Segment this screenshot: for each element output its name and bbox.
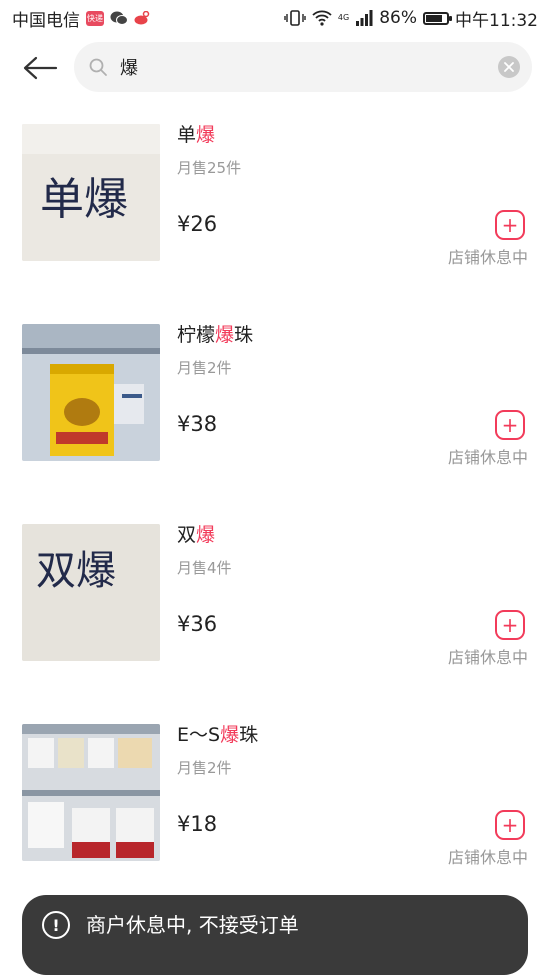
add-to-cart-button[interactable]: + (495, 610, 525, 640)
signal-icon (356, 10, 373, 26)
add-to-cart-button[interactable]: + (495, 210, 525, 240)
cigarette-pack-image (22, 324, 160, 461)
clear-search-button[interactable] (498, 56, 520, 78)
vibrate-icon (284, 10, 306, 26)
plus-icon: + (501, 413, 519, 437)
list-item[interactable]: E～S爆珠 月售2件 ¥18 + 店铺休息中 (0, 724, 550, 924)
notice-text: 商户休息中, 不接受订单 (86, 913, 299, 937)
battery-percent: 86% (379, 8, 417, 28)
wechat-icon (110, 11, 128, 25)
monthly-sales: 月售4件 (177, 559, 232, 577)
app-badge-icon: 快递 (86, 10, 104, 26)
highlight-keyword: 爆 (220, 724, 240, 746)
add-to-cart-button[interactable]: + (495, 810, 525, 840)
highlight-keyword: 爆 (215, 324, 235, 346)
thumb-handwriting: 双爆 (36, 548, 116, 594)
product-list: 单爆 单爆 月售25件 ¥26 + 店铺休息中 柠檬爆珠 月售2件 ¥38 + … (0, 124, 550, 924)
clock: 中午11:32 (455, 10, 538, 31)
product-name: 双爆 (177, 524, 216, 546)
handwritten-note-image: 双爆 (22, 524, 160, 661)
product-image[interactable]: 双爆 (22, 524, 160, 661)
thumb-handwriting: 单爆 (40, 174, 128, 225)
list-item[interactable]: 柠檬爆珠 月售2件 ¥38 + 店铺休息中 (0, 324, 550, 524)
carrier-label: 中国电信 (12, 10, 80, 31)
shop-status: 店铺休息中 (447, 248, 528, 267)
highlight-keyword: 爆 (196, 524, 216, 546)
shop-status: 店铺休息中 (447, 848, 528, 867)
search-icon (89, 58, 107, 76)
handwritten-note-image: 单爆 (22, 124, 160, 261)
status-left: 中国电信 快递 (12, 6, 150, 31)
product-name: E～S爆珠 (177, 724, 259, 746)
status-right: 4G 86% 中午11:32 (284, 6, 538, 31)
monthly-sales: 月售25件 (177, 159, 242, 177)
plus-icon: + (501, 813, 519, 837)
product-name: 单爆 (177, 124, 216, 146)
close-icon (504, 62, 514, 72)
monthly-sales: 月售2件 (177, 759, 232, 777)
monthly-sales: 月售2件 (177, 359, 232, 377)
network-label: 4G (337, 13, 350, 22)
search-input[interactable] (120, 42, 480, 92)
list-item[interactable]: 双爆 双爆 月售4件 ¥36 + 店铺休息中 (0, 524, 550, 724)
product-image[interactable] (22, 324, 160, 461)
plus-icon: + (501, 613, 519, 637)
product-price: ¥36 (177, 612, 218, 636)
battery-icon (423, 11, 452, 25)
back-button[interactable] (20, 48, 60, 88)
back-arrow-icon (23, 56, 58, 80)
cigarette-shelf-image (22, 724, 160, 861)
search-header (0, 42, 550, 94)
wifi-icon (312, 10, 332, 26)
product-price: ¥18 (177, 812, 218, 836)
status-bar: 中国电信 快递 4G 86% 中午11:32 (0, 0, 550, 36)
info-icon: ! (42, 911, 70, 939)
highlight-keyword: 爆 (196, 124, 216, 146)
product-name: 柠檬爆珠 (177, 324, 254, 346)
shop-closed-notice: ! 商户休息中, 不接受订单 (22, 895, 528, 975)
plus-icon: + (501, 213, 519, 237)
search-box[interactable] (74, 42, 532, 92)
shop-status: 店铺休息中 (447, 648, 528, 667)
product-price: ¥26 (177, 212, 218, 236)
product-price: ¥38 (177, 412, 218, 436)
weibo-icon (134, 11, 150, 25)
product-image[interactable] (22, 724, 160, 861)
product-image[interactable]: 单爆 (22, 124, 160, 261)
list-item[interactable]: 单爆 单爆 月售25件 ¥26 + 店铺休息中 (0, 124, 550, 324)
add-to-cart-button[interactable]: + (495, 410, 525, 440)
shop-status: 店铺休息中 (447, 448, 528, 467)
